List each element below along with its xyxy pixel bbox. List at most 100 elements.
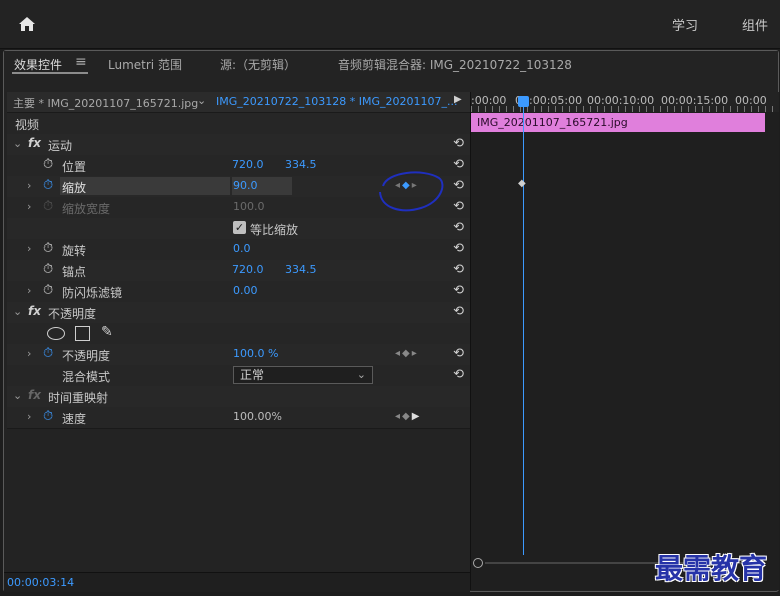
position-y-value[interactable]: 334.5 <box>285 158 317 171</box>
chevron-right-icon[interactable]: › <box>27 347 31 360</box>
playhead-handle[interactable] <box>518 96 529 107</box>
timeline-clip-label: IMG_20201107_165721.jpg <box>477 116 628 129</box>
scale-width-value: 100.0 <box>233 200 265 213</box>
reset-icon[interactable]: ⟲ <box>453 367 464 382</box>
tab-menu-icon[interactable]: ≡ <box>75 54 87 70</box>
fx-icon[interactable]: fx <box>28 388 41 402</box>
scrollbar-handle-left[interactable] <box>473 558 483 568</box>
chevron-right-icon[interactable]: › <box>27 284 31 297</box>
reset-icon[interactable]: ⟲ <box>453 346 464 361</box>
chevron-right-icon: › <box>27 200 32 213</box>
blend-mode-value: 正常 <box>240 368 265 382</box>
position-x-value[interactable]: 720.0 <box>232 158 264 171</box>
timecode-bar: 00:00:03:14 <box>4 572 470 592</box>
stopwatch-icon[interactable]: ⏱ <box>43 262 53 277</box>
uniform-scale-label: 等比缩放 <box>250 223 299 237</box>
opacity-value[interactable]: 100.0 % <box>233 347 278 360</box>
rotation-row: › ⏱ 旋转 0.0 ⟲ <box>7 239 470 261</box>
master-clip-label[interactable]: 主要 * IMG_20201107_165721.jpg <box>13 95 198 111</box>
keyframe-navigator[interactable]: ◂◆▶ <box>395 411 421 422</box>
video-section-label: 视频 <box>15 118 40 132</box>
ruler-ticks <box>471 106 779 112</box>
anchor-row: ⏱ 锚点 720.0 334.5 ⟲ <box>7 260 470 282</box>
stopwatch-icon[interactable]: ⏱ <box>43 409 53 424</box>
chevron-right-icon[interactable]: › <box>27 242 31 255</box>
reset-icon[interactable]: ⟲ <box>453 304 464 319</box>
stopwatch-icon[interactable]: ⏱ <box>43 283 53 298</box>
blend-mode-select[interactable]: 正常 ⌄ <box>233 366 373 384</box>
reset-icon[interactable]: ⟲ <box>453 199 464 214</box>
stopwatch-icon[interactable]: ⏱ <box>43 157 53 172</box>
stopwatch-icon[interactable]: ⏱ <box>43 241 53 256</box>
scale-value[interactable]: 90.0 <box>233 179 258 192</box>
clip-header: 主要 * IMG_20201107_165721.jpg ⌄ IMG_20210… <box>7 92 470 113</box>
time-remap-row[interactable]: ⌄ fx 时间重映射 <box>7 386 470 408</box>
tab-lumetri-scopes[interactable]: Lumetri 范围 <box>108 56 182 73</box>
stopwatch-icon[interactable]: ⏱ <box>43 346 53 361</box>
chevron-down-icon[interactable]: ⌄ <box>13 389 22 402</box>
time-remap-label: 时间重映射 <box>48 391 109 405</box>
speed-value[interactable]: 100.00% <box>233 410 282 423</box>
home-icon[interactable] <box>18 16 36 32</box>
fx-icon[interactable]: fx <box>28 136 41 150</box>
opacity-row: › ⏱ 不透明度 100.0 % ◂◆▸ ⟲ <box>7 344 470 366</box>
reset-icon[interactable]: ⟲ <box>453 220 464 235</box>
sequence-dropdown-icon[interactable]: ⌄ <box>197 94 206 107</box>
anchor-x-value[interactable]: 720.0 <box>232 263 264 276</box>
chevron-right-icon[interactable]: › <box>27 179 31 192</box>
mask-tools-row: ✎ <box>7 323 470 345</box>
anchor-label: 锚点 <box>62 265 87 279</box>
pen-mask-icon[interactable]: ✎ <box>101 324 113 340</box>
reset-icon[interactable]: ⟲ <box>453 178 464 193</box>
rotation-value[interactable]: 0.0 <box>233 242 251 255</box>
rectangle-mask-icon[interactable] <box>75 326 90 341</box>
tab-source[interactable]: 源:（无剪辑） <box>220 56 296 73</box>
stopwatch-icon[interactable]: ⏱ <box>43 178 53 193</box>
opacity-label: 不透明度 <box>62 349 111 363</box>
antiflicker-label: 防闪烁滤镜 <box>62 286 123 300</box>
antiflicker-value[interactable]: 0.00 <box>233 284 258 297</box>
rotation-label: 旋转 <box>62 244 87 258</box>
speed-label: 速度 <box>62 412 87 426</box>
position-label: 位置 <box>62 160 87 174</box>
scale-keyframe-diamond[interactable]: ◆ <box>518 178 526 189</box>
blend-mode-row: 混合模式 正常 ⌄ ⟲ <box>7 365 470 387</box>
tab-active-underline <box>12 72 88 74</box>
reset-icon[interactable]: ⟲ <box>453 262 464 277</box>
reset-icon[interactable]: ⟲ <box>453 241 464 256</box>
annotation-circle <box>379 171 444 212</box>
tab-effect-controls[interactable]: 效果控件 <box>14 56 62 73</box>
speed-row: › ⏱ 速度 100.00% ◂◆▶ <box>7 407 470 429</box>
uniform-scale-checkbox[interactable]: ✓ <box>233 221 246 234</box>
top-bar: 学习 组件 <box>0 0 780 49</box>
video-section-row: 视频 <box>7 113 470 135</box>
menu-learn[interactable]: 学习 <box>672 15 698 34</box>
timeline-clip[interactable]: IMG_20201107_165721.jpg <box>471 113 765 132</box>
current-timecode[interactable]: 00:00:03:14 <box>7 576 74 589</box>
scale-label: 缩放 <box>62 181 87 195</box>
keyframe-navigator[interactable]: ◂◆▸ <box>395 348 419 359</box>
anchor-y-value[interactable]: 334.5 <box>285 263 317 276</box>
opacity-effect-row[interactable]: ⌄ fx 不透明度 ⟲ <box>7 302 470 324</box>
reset-icon[interactable]: ⟲ <box>453 283 464 298</box>
ellipse-mask-icon[interactable] <box>47 327 65 340</box>
antiflicker-row: › ⏱ 防闪烁滤镜 0.00 ⟲ <box>7 281 470 303</box>
playhead-line[interactable] <box>523 100 524 555</box>
motion-effect-row[interactable]: ⌄ fx 运动 ⟲ <box>7 134 470 156</box>
panel-tabs: 效果控件 ≡ Lumetri 范围 源:（无剪辑） 音频剪辑混合器: IMG_2… <box>4 51 778 77</box>
sequence-clip-label[interactable]: IMG_20210722_103128 * IMG_20201107_... <box>216 95 457 108</box>
reset-icon[interactable]: ⟲ <box>453 136 464 151</box>
tab-audio-clip-mixer[interactable]: 音频剪辑混合器: IMG_20210722_103128 <box>338 56 572 73</box>
chevron-right-icon[interactable]: › <box>27 410 31 423</box>
motion-label: 运动 <box>48 139 73 153</box>
timeline-area: :00:00 00:00:05:00 00:00:10:00 00:00:15:… <box>470 92 779 590</box>
chevron-down-icon[interactable]: ⌄ <box>13 137 22 150</box>
chevron-down-icon[interactable]: ⌄ <box>13 305 22 318</box>
play-arrow-icon[interactable]: ▶ <box>454 94 462 105</box>
uniform-scale-row: ✓ 等比缩放 ⟲ <box>7 218 470 240</box>
menu-components[interactable]: 组件 <box>742 15 768 34</box>
opacity-group-label: 不透明度 <box>48 307 97 321</box>
watermark: 最需教育 <box>655 552 768 585</box>
fx-icon[interactable]: fx <box>28 304 41 318</box>
reset-icon[interactable]: ⟲ <box>453 157 464 172</box>
